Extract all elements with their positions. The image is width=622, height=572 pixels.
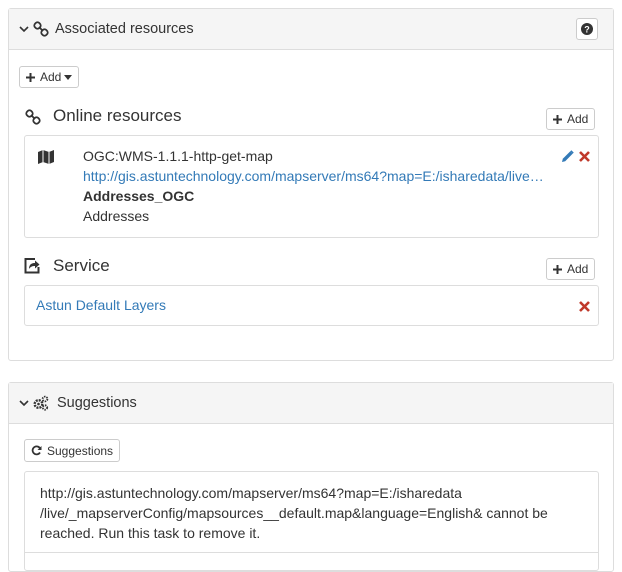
add-service-button[interactable]: Add bbox=[546, 258, 596, 280]
pencil-icon[interactable] bbox=[561, 150, 574, 163]
suggestion-message-line: /live/_mapserverConfig/mapsources__defau… bbox=[40, 505, 548, 521]
plus-icon bbox=[553, 114, 562, 124]
online-resource-description: Addresses bbox=[83, 208, 150, 224]
link-icon bbox=[25, 109, 41, 125]
add-resource-label: Add bbox=[40, 70, 62, 84]
plus-icon bbox=[553, 264, 562, 274]
online-resource-name: Addresses_OGC bbox=[83, 188, 195, 204]
refresh-icon bbox=[31, 445, 42, 456]
chevron-down-icon[interactable] bbox=[18, 23, 30, 35]
add-resource-button[interactable]: Add bbox=[19, 66, 80, 88]
svg-text:?: ? bbox=[584, 24, 590, 34]
service-link[interactable]: Astun Default Layers bbox=[36, 297, 166, 313]
chevron-down-icon[interactable] bbox=[18, 397, 30, 409]
service-item: Astun Default Layers bbox=[24, 285, 599, 326]
caret-down-icon bbox=[64, 74, 73, 80]
cogs-icon bbox=[33, 395, 49, 411]
associated-resources-heading[interactable]: Associated resources ? bbox=[9, 9, 613, 50]
share-icon bbox=[24, 258, 40, 274]
divider bbox=[25, 552, 598, 553]
question-icon: ? bbox=[581, 23, 593, 35]
online-resource-protocol: OGC:WMS-1.1.1-http-get-map bbox=[83, 148, 273, 164]
remove-icon[interactable] bbox=[579, 301, 590, 312]
plus-icon bbox=[26, 72, 35, 82]
suggestions-title: Suggestions bbox=[57, 395, 137, 411]
map-icon bbox=[38, 150, 54, 164]
link-icon bbox=[33, 21, 49, 37]
online-resource-url[interactable]: http://gis.astuntechnology.com/mapserver… bbox=[83, 168, 544, 184]
associated-resources-panel: Associated resources ? Add Online resour… bbox=[8, 8, 614, 361]
suggestion-message-line: http://gis.astuntechnology.com/mapserver… bbox=[40, 485, 462, 501]
add-service-label: Add bbox=[567, 262, 589, 276]
service-title: Service bbox=[53, 256, 110, 275]
add-online-resource-label: Add bbox=[567, 112, 589, 126]
suggestion-message-line: reached. Run this task to remove it. bbox=[40, 525, 261, 541]
online-resource-item: OGC:WMS-1.1.1-http-get-map http://gis.as… bbox=[24, 135, 599, 238]
run-suggestions-label: Suggestions bbox=[47, 443, 114, 458]
help-button[interactable]: ? bbox=[576, 18, 598, 40]
suggestions-panel: Suggestions Suggestions http://gis.astun… bbox=[8, 382, 614, 572]
suggestion-item: http://gis.astuntechnology.com/mapserver… bbox=[24, 471, 599, 571]
associated-resources-title: Associated resources bbox=[55, 21, 194, 37]
add-online-resource-button[interactable]: Add bbox=[546, 108, 596, 130]
suggestions-heading[interactable]: Suggestions bbox=[9, 383, 613, 424]
run-suggestions-button[interactable]: Suggestions bbox=[24, 439, 121, 462]
remove-icon[interactable] bbox=[579, 151, 590, 162]
online-resources-title: Online resources bbox=[53, 106, 182, 125]
